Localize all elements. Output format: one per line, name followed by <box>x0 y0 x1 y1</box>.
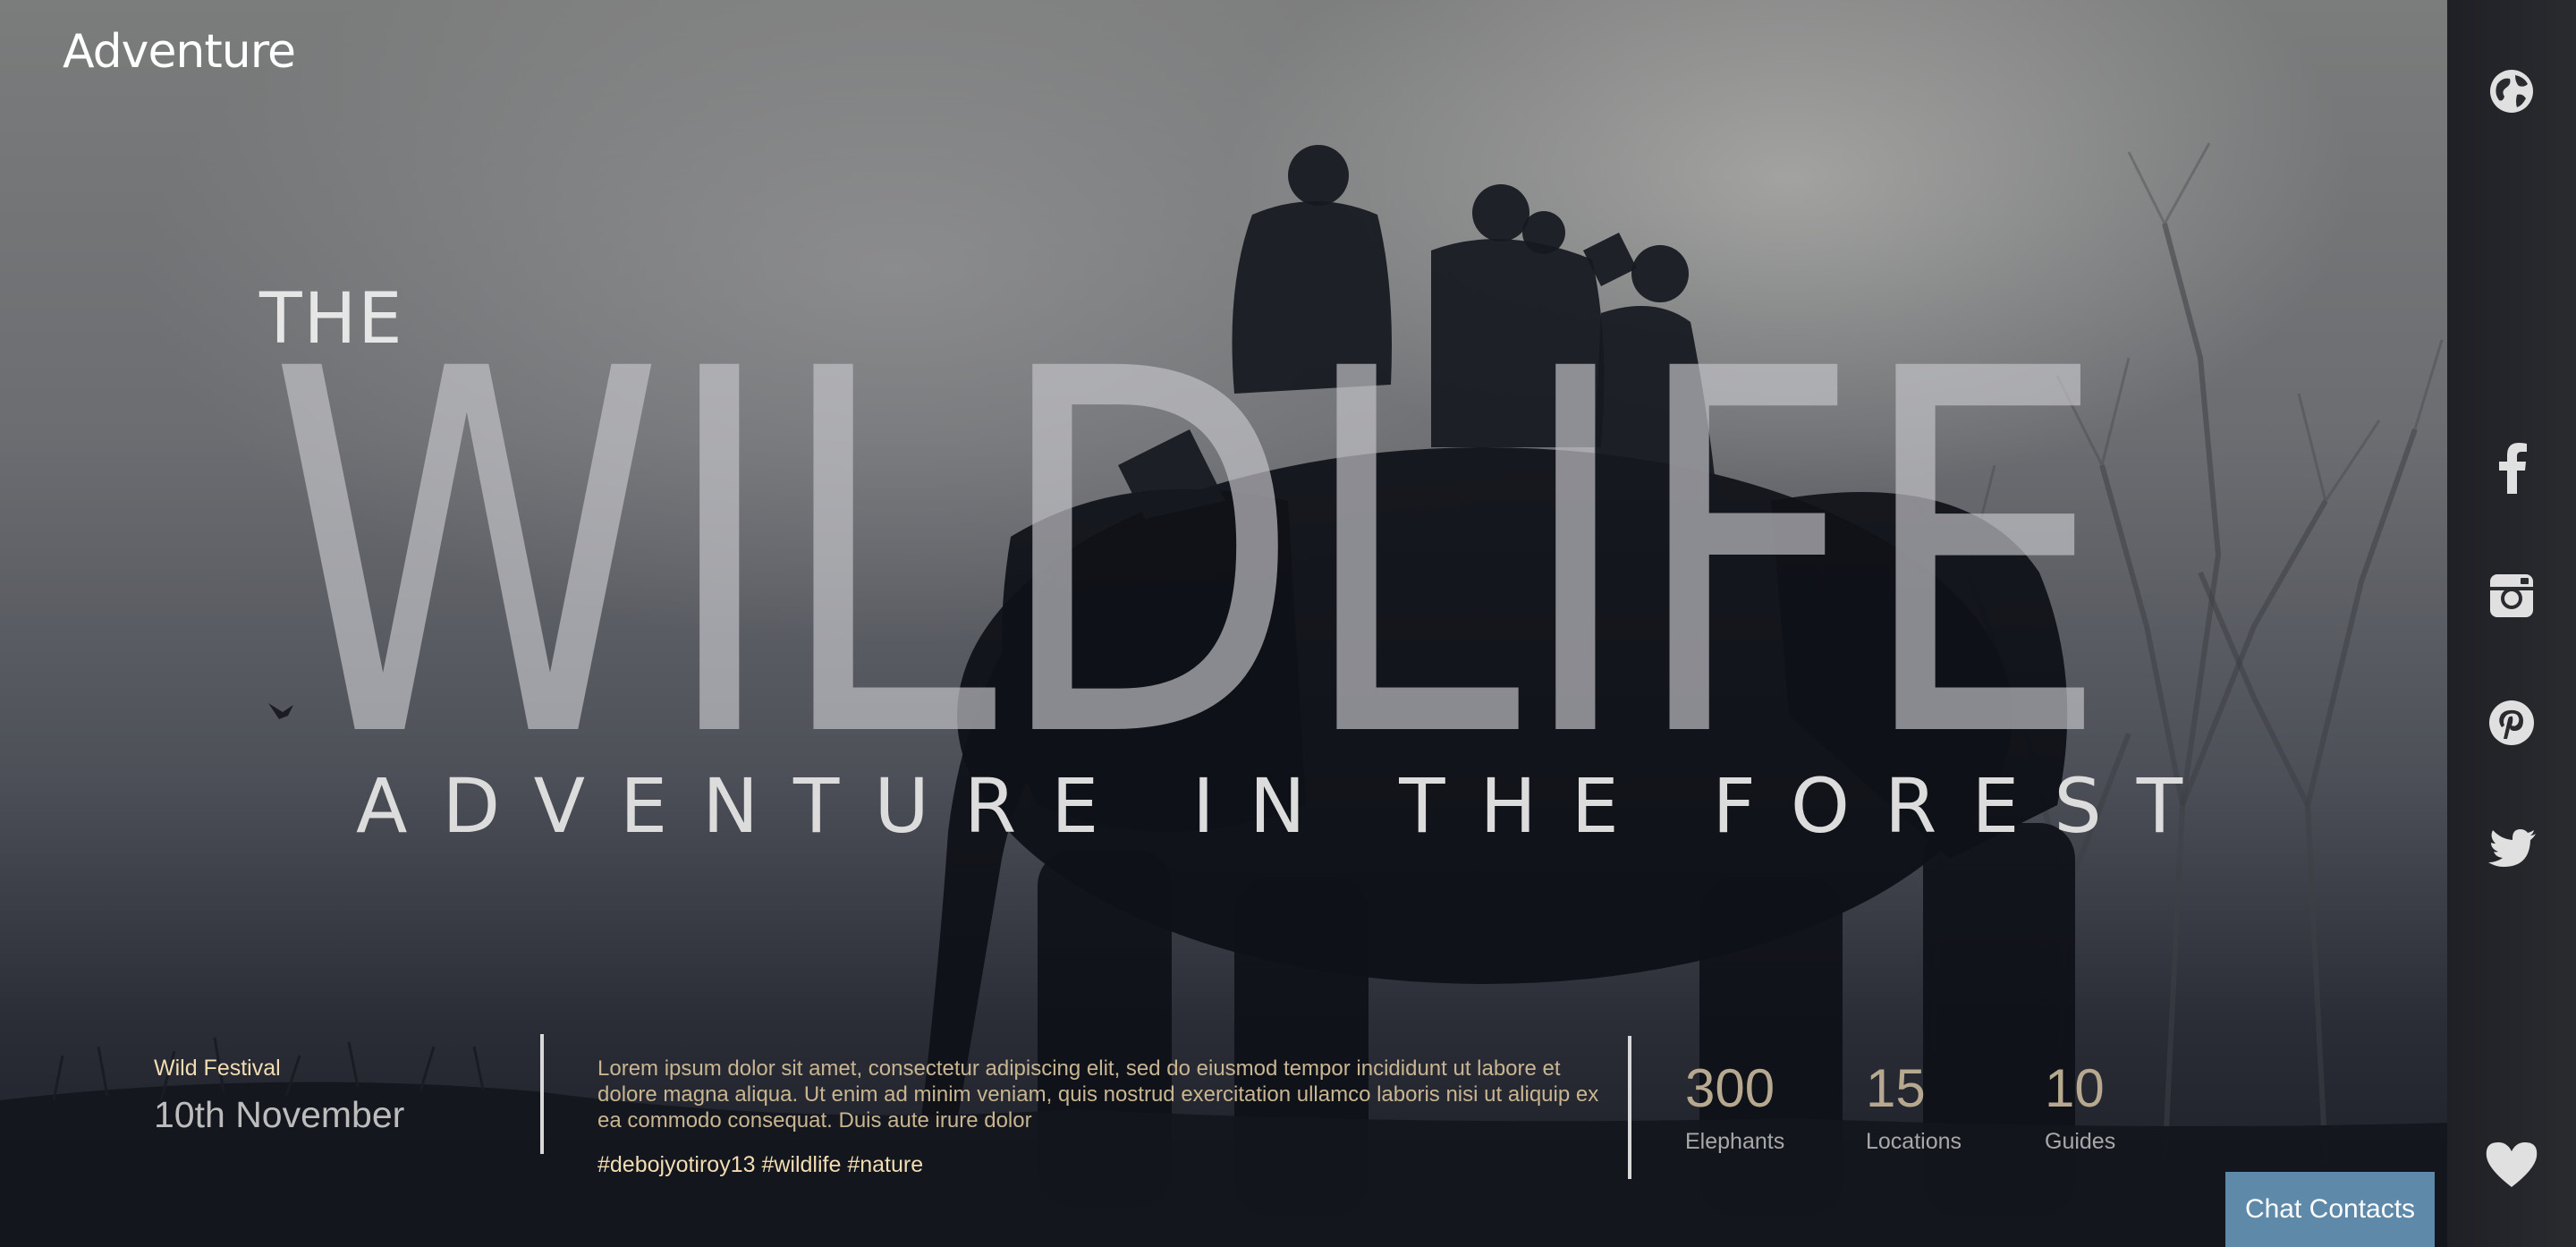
social-sidebar <box>2447 0 2576 1247</box>
heart-icon[interactable] <box>2485 1138 2538 1192</box>
stat-label: Guides <box>2045 1129 2116 1154</box>
hero-subtitle: ADVENTURE IN THE FOREST <box>356 762 2218 850</box>
divider <box>540 1034 544 1154</box>
stat-value: 15 <box>1866 1058 1926 1118</box>
stat-label: Locations <box>1866 1129 1962 1154</box>
hero-title: WILDLIFE <box>268 265 2110 848</box>
divider <box>1628 1036 1631 1179</box>
event-date: 10th November <box>154 1094 405 1135</box>
hashtags[interactable]: #debojyotiroy13 #wildlife #nature <box>597 1152 923 1178</box>
globe-icon[interactable] <box>2485 64 2538 118</box>
stat-value: 10 <box>2045 1058 2105 1118</box>
event-description: Lorem ipsum dolor sit amet, consectetur … <box>597 1056 1599 1132</box>
chat-contacts-button[interactable]: Chat Contacts <box>2225 1172 2435 1247</box>
event-label: Wild Festival <box>154 1056 281 1081</box>
twitter-icon[interactable] <box>2485 823 2538 877</box>
hero-section: Adventure THE WILDLIFE ADVENTURE IN THE … <box>0 0 2447 1247</box>
event-info: Wild Festival 10th November <box>154 1056 404 1136</box>
stat-guides: 10 Guides <box>2045 1057 2115 1155</box>
instagram-icon[interactable] <box>2485 569 2538 623</box>
brand-logo[interactable]: Adventure <box>63 25 296 79</box>
stat-value: 300 <box>1685 1058 1775 1118</box>
stat-locations: 15 Locations <box>1866 1057 1962 1155</box>
stat-elephants: 300 Elephants <box>1685 1057 1784 1155</box>
stat-label: Elephants <box>1685 1129 1785 1154</box>
facebook-icon[interactable] <box>2485 440 2538 494</box>
pinterest-icon[interactable] <box>2485 696 2538 750</box>
